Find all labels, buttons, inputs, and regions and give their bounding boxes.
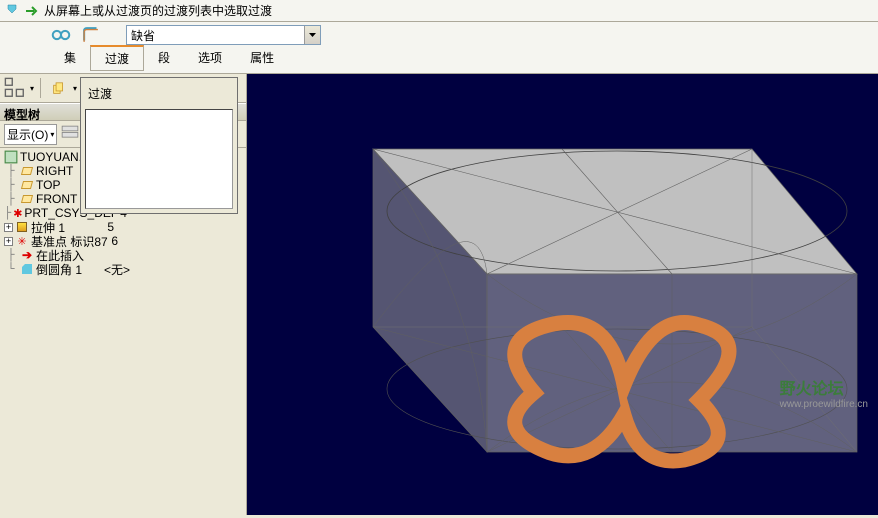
watermark: 野火论坛 www.proewildfire.cn [474,280,868,505]
part-icon [4,150,18,164]
transition-mode-icon[interactable] [80,24,102,46]
watermark-url: www.proewildfire.cn [780,399,868,410]
round-icon [20,262,34,276]
prompt-text: 从屏幕上或从过渡页的过渡列表中选取过渡 [44,2,272,19]
datum-point-icon: ✳ [15,234,29,248]
transitions-panel: 过渡 [80,77,238,214]
dropdown-button[interactable] [304,26,320,44]
tree-item-num: 6 [111,234,244,248]
insert-here-icon: ➔ [20,248,34,262]
tree-menu-arrow[interactable]: ▾ [30,84,34,93]
model-tree-icon[interactable] [4,77,26,99]
viewport-3d[interactable]: 野火论坛 www.proewildfire.cn [247,74,878,515]
tab-segments[interactable]: 段 [144,46,184,69]
show-dropdown[interactable]: 显示(O) ▾ [4,124,57,145]
pick-set-icon[interactable] [50,24,72,46]
watermark-logo [474,280,774,505]
extrude-icon [15,220,29,234]
arrow-icon [24,3,40,19]
plane-icon [20,192,34,206]
expand-icon[interactable]: + [4,223,13,232]
tab-properties[interactable]: 属性 [236,46,288,69]
prompt-bar: 从屏幕上或从过渡页的过渡列表中选取过渡 [0,0,878,22]
transitions-list[interactable] [85,109,233,209]
dropdown-value: 缺省 [127,27,304,44]
csys-icon: ✱ [13,206,22,220]
tree-filter-icon[interactable] [59,123,81,145]
plane-icon [20,178,34,192]
transition-type-dropdown[interactable]: 缺省 [126,25,321,45]
tab-options[interactable]: 选项 [184,46,236,69]
tree-item-label: 倒圆角 1 [36,261,82,278]
panel-title: 过渡 [85,82,233,105]
watermark-title: 野火论坛 [780,375,868,399]
tab-transitions[interactable]: 过渡 [90,45,144,71]
tree-item-label: TOP [36,178,60,192]
tree-item-value: <无> [104,261,130,278]
refs-menu-arrow[interactable]: ▾ [73,84,77,93]
tree-item-num: 5 [107,220,244,234]
tree-item-label: FRONT [36,192,77,206]
tree-item-label: RIGHT [36,164,73,178]
feature-icon [4,3,20,19]
dashboard: 缺省 集 过渡 段 选项 属性 [0,22,878,74]
tab-sets[interactable]: 集 [50,46,90,69]
dashboard-tabs: 集 过渡 段 选项 属性 [50,46,828,68]
expand-icon[interactable]: + [4,237,13,246]
tree-item-chamfer[interactable]: └ 倒圆角 1 <无> [2,262,244,276]
plane-icon [20,164,34,178]
page-references-icon[interactable] [47,77,69,99]
